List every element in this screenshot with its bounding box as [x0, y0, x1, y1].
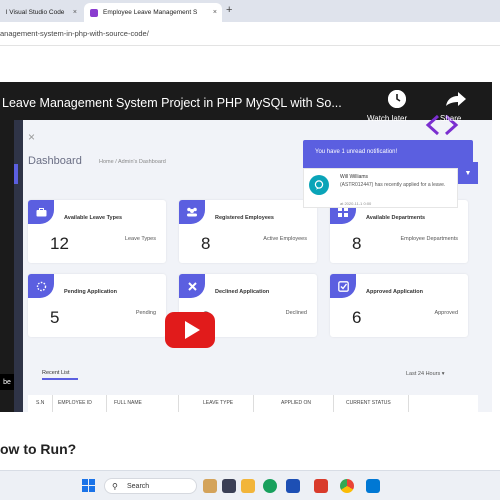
column-divider: [52, 395, 53, 412]
column-divider: [408, 395, 409, 412]
card-label: Registered Employees: [215, 215, 274, 221]
share-icon[interactable]: [445, 91, 467, 107]
column-header: LEAVE TYPE: [203, 400, 234, 406]
video-player[interactable]: Leave Management System Project in PHP M…: [0, 82, 492, 412]
share-label[interactable]: Share: [440, 114, 461, 123]
column-divider: [106, 395, 107, 412]
vscode-icon[interactable]: [366, 479, 380, 493]
notification-name: Will Williams: [340, 174, 369, 180]
tab-label: Employee Leave Management S: [103, 9, 198, 16]
briefcase-icon: [28, 200, 54, 224]
watch-later-label[interactable]: Watch later: [367, 114, 407, 123]
clock-icon: [388, 90, 406, 108]
recent-list-title: Recent List: [42, 370, 70, 376]
edge-icon[interactable]: [263, 479, 277, 493]
taskbar-search[interactable]: ⚲ Search: [104, 478, 197, 494]
column-header: EMPLOYEE ID: [58, 400, 92, 406]
watch-later-button[interactable]: [388, 90, 406, 108]
column-header: FULL NAME: [114, 400, 142, 406]
section-heading: ow to Run?: [0, 441, 77, 457]
card-sub: Employee Departments: [400, 236, 458, 242]
card-value: 5: [50, 308, 60, 327]
time-filter-label: Last 24 Hours: [406, 371, 441, 377]
address-bar[interactable]: anagement-system-in-php-with-source-code…: [0, 22, 500, 46]
windows-start-icon[interactable]: [82, 479, 95, 492]
notification-time: at 2020-11-1 0:00: [340, 201, 372, 206]
column-divider: [253, 395, 254, 412]
sidebar: [14, 120, 23, 412]
sidebar-active-marker: [14, 164, 18, 184]
card-approved: Approved Application 6 Approved: [330, 274, 468, 337]
tab-label: l Visual Studio Code: [6, 9, 65, 16]
page-title: Dashboard: [28, 155, 82, 167]
taskbar: ⚲ Search: [0, 470, 500, 500]
search-icon: ⚲: [112, 482, 118, 491]
card-label: Declined Application: [215, 289, 270, 295]
card-value: 12: [50, 234, 69, 253]
dashboard-screen: × Dashboard Home / Admin's Dashboard Ava…: [14, 120, 492, 412]
card-sub: Declined: [285, 310, 307, 316]
widgets-icon[interactable]: [203, 479, 217, 493]
play-icon: [184, 321, 200, 339]
new-tab-button[interactable]: +: [226, 4, 232, 16]
card-leave-types: Available Leave Types 12 Leave Types: [28, 200, 166, 263]
column-header: APPLIED ON: [281, 400, 312, 406]
card-label: Available Leave Types: [64, 215, 123, 221]
tab-employee-leave[interactable]: Employee Leave Management S ×: [84, 3, 222, 22]
recent-list-table-header: S.N EMPLOYEE ID FULL NAME LEAVE TYPE APP…: [28, 395, 478, 412]
mail-icon[interactable]: [286, 479, 300, 493]
search-label: Search: [127, 483, 150, 490]
card-sub: Leave Types: [124, 236, 156, 242]
card-value: 8: [352, 234, 362, 253]
users-icon: [179, 200, 205, 224]
chrome-icon[interactable]: [340, 479, 354, 493]
site-favicon-icon: [90, 8, 98, 17]
card-label: Pending Application: [64, 289, 117, 295]
file-explorer-icon[interactable]: [241, 479, 255, 493]
chat-icon: [309, 175, 329, 195]
notification-message: (ASTR012447) has recently applied for a …: [340, 182, 446, 188]
card-value: 6: [352, 308, 362, 327]
card-pending: Pending Application 5 Pending: [28, 274, 166, 337]
card-value: 8: [201, 234, 211, 253]
card-sub: Approved: [434, 310, 458, 316]
column-header: CURRENT STATUS: [346, 400, 391, 406]
url-text: anagement-system-in-php-with-source-code…: [0, 29, 149, 38]
column-header: S.N: [36, 400, 45, 406]
spinner-icon: [28, 274, 54, 298]
breadcrumb: Home / Admin's Dashboard: [99, 159, 166, 165]
notification-item: Will Williams (ASTR012447) has recently …: [303, 168, 458, 208]
x-icon: [179, 274, 205, 298]
close-icon[interactable]: ×: [213, 9, 217, 16]
checkbox-icon: [330, 274, 356, 298]
card-departments: Available Departments 8 Employee Departm…: [330, 200, 468, 263]
card-employees: Registered Employees 8 Active Employees: [179, 200, 317, 263]
recent-list-underline: [42, 378, 78, 380]
browser-tab-bar: l Visual Studio Code × Employee Leave Ma…: [0, 0, 500, 22]
video-title[interactable]: Leave Management System Project in PHP M…: [2, 96, 342, 110]
close-icon: ×: [28, 130, 36, 144]
time-filter-select: Last 24 Hours ▾: [406, 371, 445, 377]
play-button[interactable]: [165, 312, 215, 348]
task-view-icon[interactable]: [222, 479, 236, 493]
card-label: Approved Application: [366, 289, 423, 295]
chevron-down-icon: ▼: [458, 162, 478, 184]
close-icon[interactable]: ×: [73, 9, 77, 16]
column-divider: [333, 395, 334, 412]
card-sub: Pending: [135, 310, 156, 316]
tab-vscode[interactable]: l Visual Studio Code ×: [0, 3, 82, 22]
card-label: Available Departments: [366, 215, 426, 221]
notification-header-text: You have 1 unread notification!: [315, 149, 398, 155]
office-icon[interactable]: [314, 479, 328, 493]
chevron-down-icon: ▾: [441, 371, 445, 377]
youtube-logo[interactable]: be: [0, 374, 14, 390]
card-sub: Active Employees: [263, 236, 307, 242]
notification-header: You have 1 unread notification!: [303, 140, 473, 168]
column-divider: [178, 395, 179, 412]
